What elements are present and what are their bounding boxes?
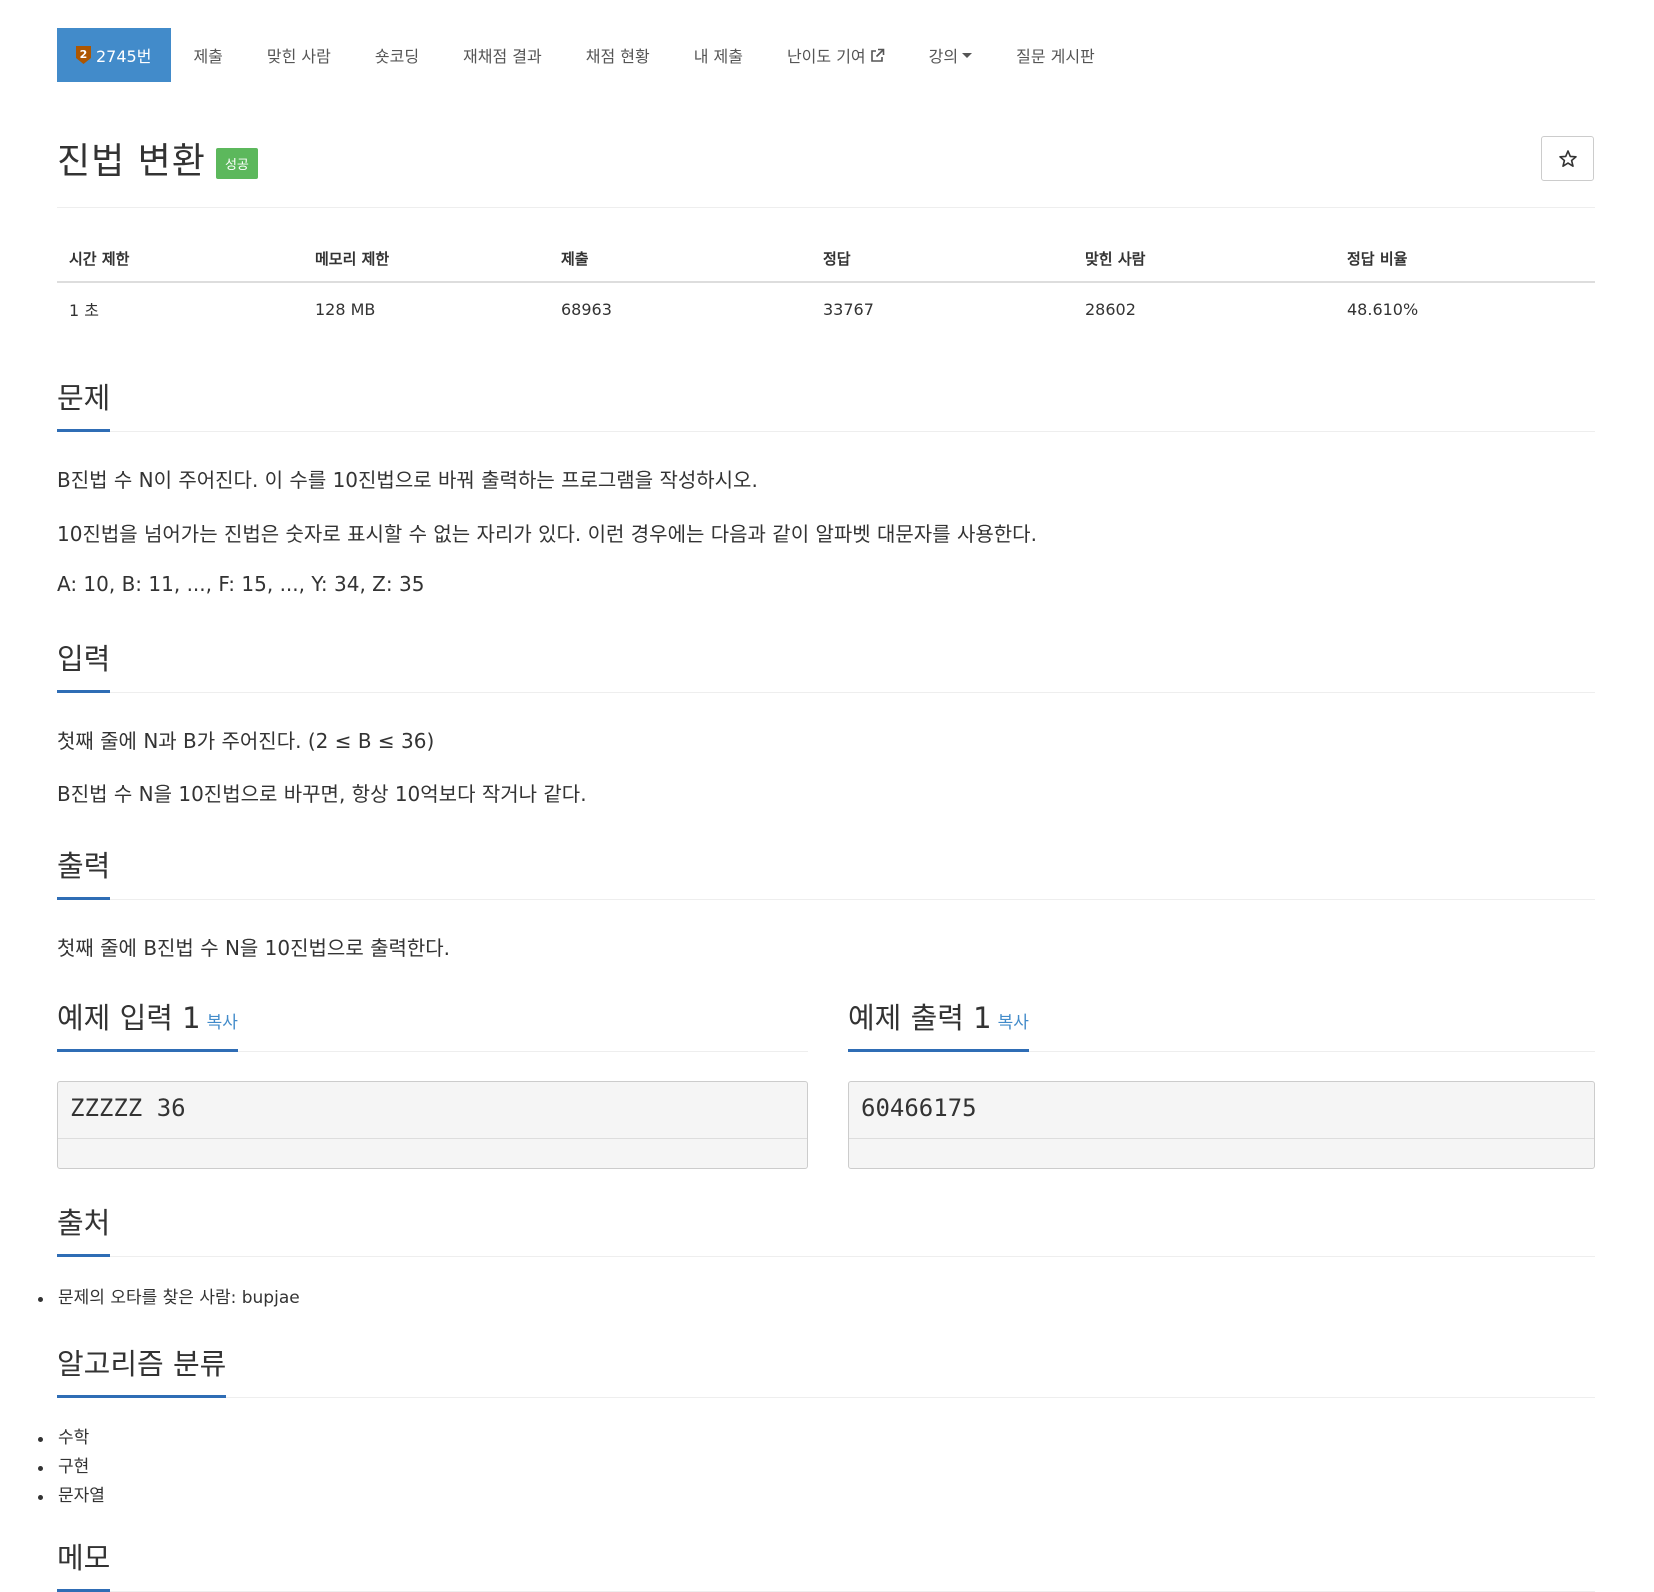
title-divider: [57, 207, 1595, 208]
input-description-line: 첫째 줄에 N과 B가 주어진다. (2 ≤ B ≤ 36): [57, 729, 435, 753]
star-outline-icon: [1558, 149, 1577, 167]
favorite-button[interactable]: [1541, 136, 1594, 181]
copy-sample-output-button[interactable]: 복사: [998, 1013, 1029, 1033]
section-heading: 출처: [57, 1200, 111, 1257]
external-link-icon: [870, 48, 885, 63]
nav-status[interactable]: 채점 현황: [564, 28, 672, 82]
section-algorithm-header: 알고리즘 분류: [57, 1341, 1595, 1398]
info-value-row: 1 초 128 MB 68963 33767 28602 48.610%: [57, 282, 1595, 335]
algorithm-tag[interactable]: 문자열: [38, 1482, 105, 1511]
section-heading: 문제: [57, 375, 111, 432]
problem-info-table: 시간 제한 메모리 제한 제출 정답 맞힌 사람 정답 비율 1 초 128 M…: [57, 240, 1595, 335]
section-output-header: 출력: [57, 843, 1595, 900]
algorithm-tag-list: 수학 구현 문자열: [38, 1424, 105, 1511]
nav-difficulty-contribute[interactable]: 난이도 기여: [765, 28, 907, 82]
source-item: 문제의 오타를 찾은 사람: bupjae: [38, 1284, 300, 1313]
nav-problem-label: 2745번: [96, 47, 152, 66]
info-header: 시간 제한: [57, 240, 303, 283]
sample-input-header: 예제 입력 1 복사: [57, 995, 808, 1052]
section-heading: 출력: [57, 843, 111, 900]
sample-input-title: 예제 입력 1: [57, 1001, 201, 1035]
info-value-memory-limit: 128 MB: [315, 299, 376, 319]
problem-description-line: B진법 수 N이 주어진다. 이 수를 10진법으로 바꿔 출력하는 프로그램을…: [57, 468, 758, 492]
tier-number: 2: [80, 48, 88, 61]
nav-difficulty-label: 난이도 기여: [786, 47, 866, 66]
nav-rejudge[interactable]: 재채점 결과: [441, 28, 564, 82]
problem-description-line: 10진법을 넘어가는 진법은 숫자로 표시할 수 없는 자리가 있다. 이런 경…: [57, 522, 1037, 546]
info-header: 정답 비율: [1335, 240, 1595, 283]
result-badge: 성공: [215, 147, 258, 179]
sample-input-box[interactable]: ZZZZZ 36: [57, 1081, 808, 1169]
sample-output-content: 60466175: [849, 1082, 1594, 1139]
info-value-ratio: 48.610%: [1347, 299, 1419, 319]
nav-submit[interactable]: 제출: [171, 28, 244, 82]
sample-output-heading: 예제 출력 1 복사: [848, 995, 1029, 1052]
sample-output-box[interactable]: 60466175: [848, 1081, 1595, 1169]
problem-description-line: A: 10, B: 11, ..., F: 15, ..., Y: 34, Z:…: [57, 572, 425, 596]
algorithm-tag[interactable]: 수학: [38, 1424, 105, 1453]
output-description-line: 첫째 줄에 B진법 수 N을 10진법으로 출력한다.: [57, 936, 451, 960]
nav-solvers[interactable]: 맞힌 사람: [245, 28, 353, 82]
nav-qna-label: 질문 게시판: [1016, 47, 1095, 66]
nav-lectures-label: 강의: [928, 47, 959, 66]
nav-qna-board[interactable]: 질문 게시판: [994, 28, 1117, 82]
sample-output-title: 예제 출력 1: [848, 1001, 992, 1035]
section-memo-header: 메모: [57, 1535, 1595, 1592]
algorithm-tag[interactable]: 구현: [38, 1453, 105, 1482]
problem-nav: 2 2745번 제출 맞힌 사람 숏코딩 재채점 결과 채점 현황 내 제출 난…: [57, 28, 1117, 82]
page-title: 진법 변환: [57, 141, 206, 182]
nav-problem-tab[interactable]: 2 2745번: [57, 28, 172, 82]
nav-short-coding-label: 숏코딩: [374, 47, 420, 66]
nav-submit-label: 제출: [193, 47, 223, 66]
info-value-time-limit: 1 초: [69, 301, 99, 320]
copy-sample-input-button[interactable]: 복사: [207, 1013, 238, 1033]
info-header: 정답: [811, 240, 1073, 283]
nav-solvers-label: 맞힌 사람: [266, 47, 331, 66]
section-heading: 입력: [57, 636, 111, 693]
section-input-header: 입력: [57, 636, 1595, 693]
sample-input-heading: 예제 입력 1 복사: [57, 995, 238, 1052]
caret-down-icon: [962, 52, 973, 58]
info-header: 메모리 제한: [303, 240, 549, 283]
section-heading: 알고리즘 분류: [57, 1341, 227, 1398]
section-source-header: 출처: [57, 1200, 1595, 1257]
info-value-accepted: 33767: [823, 299, 874, 319]
source-list: 문제의 오타를 찾은 사람: bupjae: [38, 1284, 300, 1313]
nav-status-label: 채점 현황: [585, 47, 650, 66]
nav-my-submissions-label: 내 제출: [693, 47, 743, 66]
section-heading: 메모: [57, 1535, 111, 1592]
info-value-submissions: 68963: [561, 299, 612, 319]
nav-my-submissions[interactable]: 내 제출: [672, 28, 765, 82]
nav-rejudge-label: 재채점 결과: [463, 47, 542, 66]
sample-output-header: 예제 출력 1 복사: [848, 995, 1595, 1052]
section-problem-header: 문제: [57, 375, 1595, 432]
nav-short-coding[interactable]: 숏코딩: [353, 28, 441, 82]
title-row: 진법 변환 성공: [57, 132, 258, 184]
nav-lectures-dropdown[interactable]: 강의: [907, 28, 994, 82]
info-header: 맞힌 사람: [1073, 240, 1335, 283]
input-description-line: B진법 수 N을 10진법으로 바꾸면, 항상 10억보다 작거나 같다.: [57, 782, 587, 806]
info-value-solvers: 28602: [1085, 299, 1136, 319]
bronze-tier-icon: 2: [75, 45, 92, 65]
info-header-row: 시간 제한 메모리 제한 제출 정답 맞힌 사람 정답 비율: [57, 240, 1595, 283]
sample-input-content: ZZZZZ 36: [58, 1082, 807, 1139]
info-header: 제출: [549, 240, 811, 283]
